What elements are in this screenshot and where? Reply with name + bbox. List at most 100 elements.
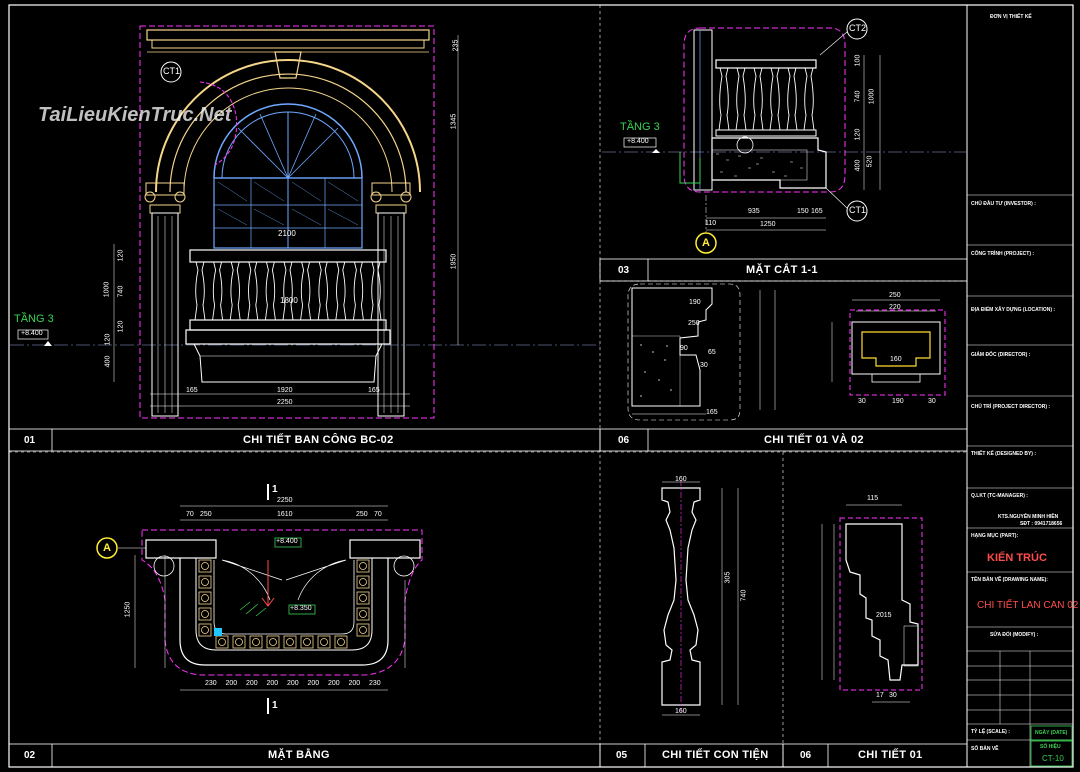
balcony-slab (185, 329, 391, 345)
tb-phone: SĐT : 0941718656 (1020, 521, 1063, 527)
elev-dim-b3: 165 (368, 387, 380, 394)
plan-marker-blue (214, 628, 222, 636)
baluster (335, 261, 347, 321)
baluster-detail-drawing (661, 480, 739, 716)
detail01-cloud (627, 283, 741, 421)
tb-scale-label: TỶ LỆ (SCALE) : (971, 729, 1010, 735)
det01-dim-b2: 30 (889, 692, 897, 699)
elev-dim-r2: 1345 (450, 113, 458, 130)
baluster (282, 261, 294, 321)
baluster (264, 261, 276, 321)
plan-dim-t3: 1610 (277, 511, 293, 518)
plan-baluster (320, 638, 328, 646)
plan-wall-left (145, 539, 217, 559)
section-baluster (735, 67, 747, 131)
d01-dim-4: 65 (708, 349, 716, 356)
plan-baluster (201, 578, 209, 586)
d02-dim-1: 250 (889, 292, 901, 299)
tb-project-label: CÔNG TRÌNH (PROJECT) : (971, 251, 1035, 257)
section-baluster (769, 67, 781, 131)
plan-baluster-box (356, 575, 370, 589)
plan-baluster-box (317, 635, 331, 649)
section-wall (693, 29, 713, 191)
d01-dim-6: 165 (706, 409, 718, 416)
level-value-elevation: +8.400 (21, 330, 43, 337)
sec-dim-b2: 935 (748, 208, 760, 215)
d02-dim-6: 30 (928, 398, 936, 405)
sec-dim-r3: 1000 (868, 88, 876, 105)
plan-baluster (235, 638, 243, 646)
d01-dim-5: 30 (700, 362, 708, 369)
bal-dim-bottom: 160 (675, 708, 687, 715)
column-right (370, 182, 412, 417)
baluster (229, 261, 241, 321)
plan-balusters (198, 559, 370, 649)
d02-dim-3: 160 (890, 356, 902, 363)
tb-date-label: NGÀY (DATE) (1035, 730, 1068, 736)
plan-wall-right (349, 539, 421, 559)
plan-dim-t2: 250 (200, 511, 212, 518)
plan-dim-bottom-label: 230 (369, 680, 381, 687)
titleblock (967, 194, 1073, 767)
plan-baluster-box (249, 635, 263, 649)
plan-baluster-box (356, 591, 370, 605)
tb-part-value: KIẾN TRÚC (987, 552, 1047, 564)
det01-dim-b1: 17 (876, 692, 884, 699)
plan-axis-a-label: A (103, 542, 111, 554)
section-slab-hatch (711, 149, 808, 181)
tb-modify-label: SỬA ĐỔI (MODIFY) : (990, 632, 1039, 638)
plan-level-1: +8.400 (276, 538, 298, 545)
railing-top (189, 249, 387, 263)
plan-baluster-box (300, 635, 314, 649)
sec-dim-r2: 740 (854, 90, 862, 103)
plan-dim-left-label: 1250 (124, 601, 132, 618)
plan-pillar-l (153, 555, 175, 577)
plan-baluster (201, 610, 209, 618)
section-rail-top (715, 59, 817, 69)
d02-dim-4: 30 (858, 398, 866, 405)
panel-title-03: MẶT CẮT 1-1 (746, 264, 818, 276)
tb-sheet-label: SỐ BẢN VẼ (971, 746, 999, 752)
section-green-bracket (679, 152, 701, 184)
plan-baluster (286, 638, 294, 646)
plan-baluster-box (215, 635, 229, 649)
tb-unit-label: ĐƠN VỊ THIẾT KẾ (990, 14, 1032, 20)
panel-number-05: 05 (616, 750, 628, 761)
plan-baluster-box (232, 635, 246, 649)
plan-baluster-box (334, 635, 348, 649)
plan-baluster (269, 638, 277, 646)
section-baluster (718, 67, 730, 131)
elev-dim-l5: 120 (104, 333, 112, 346)
baluster (212, 261, 224, 321)
sec-tag-ct1: CT1 (849, 205, 867, 215)
elevation-cloud (139, 25, 435, 419)
baluster (370, 261, 382, 321)
d01-dim-2: 250 (688, 320, 700, 327)
plan-dim-bottom-label: 200 (266, 680, 279, 687)
panel-number-02: 02 (24, 750, 36, 761)
plan-baluster (303, 638, 311, 646)
plan-baluster-box (283, 635, 297, 649)
sec-tag-ct2: CT2 (849, 23, 867, 33)
plan-baluster-box (356, 607, 370, 621)
sec-dim-r6: 520 (866, 155, 874, 168)
plan-dim-t4: 250 (356, 511, 368, 518)
d02-dim-5: 190 (892, 398, 904, 405)
plan-baluster-box (356, 623, 370, 637)
plan-pillar-r (393, 555, 415, 577)
section-rail-bottom (715, 129, 817, 137)
d01-dim-3: 90 (680, 345, 688, 352)
tb-director-label: GIÁM ĐỐC (DIRECTOR) : (971, 352, 1031, 358)
detail01-dots (640, 344, 672, 397)
plan-door-swing-l (221, 559, 283, 601)
detail01b-profile (845, 523, 919, 681)
tb-drawing-value: CHI TIẾT LAN CAN 02 (977, 600, 1079, 611)
sec-axis-a: A (702, 237, 710, 249)
baluster (247, 261, 259, 321)
det01-dim-top: 115 (867, 495, 879, 502)
elev-dim-b2: 1920 (277, 387, 293, 394)
tb-investor-label: CHỦ ĐẦU TƯ (INVESTOR) : (971, 201, 1036, 207)
plan-baluster-box (198, 607, 212, 621)
plan-dim-bottom-label: 200 (225, 680, 238, 687)
plan-baluster (201, 562, 209, 570)
